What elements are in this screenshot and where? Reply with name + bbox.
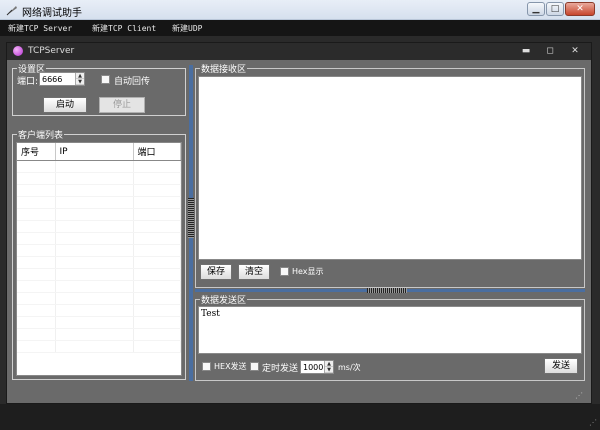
app-orb-icon (13, 46, 23, 56)
interval-value: 1000 (303, 363, 324, 372)
send-text: Test (201, 309, 220, 319)
hex-send-checkbox[interactable] (202, 362, 211, 371)
close-button[interactable]: ✕ (565, 2, 595, 16)
port-value: 6666 (42, 75, 63, 84)
table-row[interactable] (17, 340, 181, 353)
receive-textarea[interactable] (198, 76, 582, 260)
tcp-server-window: TCPServer ▬ ◻ ✕ 设置区 端口: 6666 ▲ ▼ 自动回传 启动… (6, 42, 592, 404)
send-panel: 数据发送区 Test HEX发送 定时发送 1000 ▲ ▼ ms/次 发送 (195, 293, 585, 381)
maximize-button[interactable]: □ (546, 2, 564, 16)
table-row[interactable] (17, 256, 181, 269)
client-list-panel: 客户端列表 序号 IP 端口 (12, 128, 186, 380)
hex-send-label: HEX发送 (214, 362, 247, 371)
client-table-header: 序号 IP 端口 (17, 143, 181, 161)
splitter-grip-horizontal-icon[interactable] (367, 288, 407, 293)
receive-panel: 数据接收区 保存 清空 Hex显示 (195, 62, 585, 288)
table-row[interactable] (17, 208, 181, 221)
table-row[interactable] (17, 172, 181, 185)
table-row[interactable] (17, 316, 181, 329)
timed-send-label: 定时发送 (262, 364, 299, 374)
table-row[interactable] (17, 220, 181, 233)
child-titlebar: TCPServer ▬ ◻ ✕ (7, 43, 591, 60)
table-row[interactable] (17, 280, 181, 293)
child-close-button[interactable]: ✕ (568, 45, 582, 57)
window-title: 网络调试助手 (22, 8, 82, 19)
column-index[interactable]: 序号 (17, 143, 56, 161)
table-row[interactable] (17, 328, 181, 341)
clear-button[interactable]: 清空 (238, 264, 270, 280)
spin-down-icon[interactable]: ▼ (76, 79, 84, 85)
interval-unit: ms/次 (338, 363, 361, 372)
minimize-button[interactable]: ▁ (527, 2, 545, 16)
interval-spinner[interactable]: ▲ ▼ (324, 361, 333, 373)
feather-icon (6, 6, 17, 16)
send-textarea[interactable]: Test (198, 306, 582, 354)
menu-bar: 新建TCP Server 新建TCP Client 新建UDP (0, 20, 600, 36)
column-ip[interactable]: IP (55, 143, 134, 161)
window-titlebar: 网络调试助手 ▁ □ ✕ (0, 0, 600, 20)
child-title: TCPServer (28, 46, 75, 56)
spin-down-icon[interactable]: ▼ (325, 367, 333, 373)
stop-button[interactable]: 停止 (99, 97, 145, 113)
menu-new-tcp-client[interactable]: 新建TCP Client (92, 23, 156, 34)
table-row[interactable] (17, 232, 181, 245)
table-row[interactable] (17, 184, 181, 197)
settings-panel: 设置区 端口: 6666 ▲ ▼ 自动回传 启动 停止 (12, 62, 186, 116)
menu-new-udp[interactable]: 新建UDP (172, 23, 202, 34)
splitter-grip-icon[interactable] (188, 198, 194, 238)
table-row[interactable] (17, 244, 181, 257)
save-button[interactable]: 保存 (200, 264, 232, 280)
status-bar: ⋰ (0, 404, 600, 430)
table-row[interactable] (17, 196, 181, 209)
table-row[interactable] (17, 292, 181, 305)
child-maximize-button[interactable]: ◻ (543, 45, 557, 57)
column-port[interactable]: 端口 (133, 143, 181, 161)
table-row[interactable] (17, 304, 181, 317)
client-table[interactable]: 序号 IP 端口 (16, 142, 182, 376)
send-button[interactable]: 发送 (544, 358, 578, 374)
auto-reply-label: 自动回传 (114, 77, 151, 87)
auto-reply-checkbox[interactable] (101, 75, 110, 84)
port-spinner[interactable]: ▲ ▼ (75, 73, 84, 85)
receive-label: 数据接收区 (200, 62, 248, 75)
table-row[interactable] (17, 160, 181, 173)
resize-grip-icon[interactable]: ⋰ (575, 391, 583, 400)
client-list-label: 客户端列表 (17, 128, 65, 141)
timed-send-checkbox[interactable] (250, 362, 259, 371)
menu-new-tcp-server[interactable]: 新建TCP Server (8, 23, 72, 34)
send-label: 数据发送区 (200, 293, 248, 306)
hex-display-checkbox[interactable] (280, 267, 289, 276)
start-button[interactable]: 启动 (43, 97, 87, 113)
table-row[interactable] (17, 268, 181, 281)
window-resize-grip-icon[interactable]: ⋰ (589, 418, 597, 427)
hex-display-label: Hex显示 (292, 267, 324, 276)
child-minimize-button[interactable]: ▬ (519, 45, 533, 57)
port-label: 端口: (17, 77, 39, 87)
